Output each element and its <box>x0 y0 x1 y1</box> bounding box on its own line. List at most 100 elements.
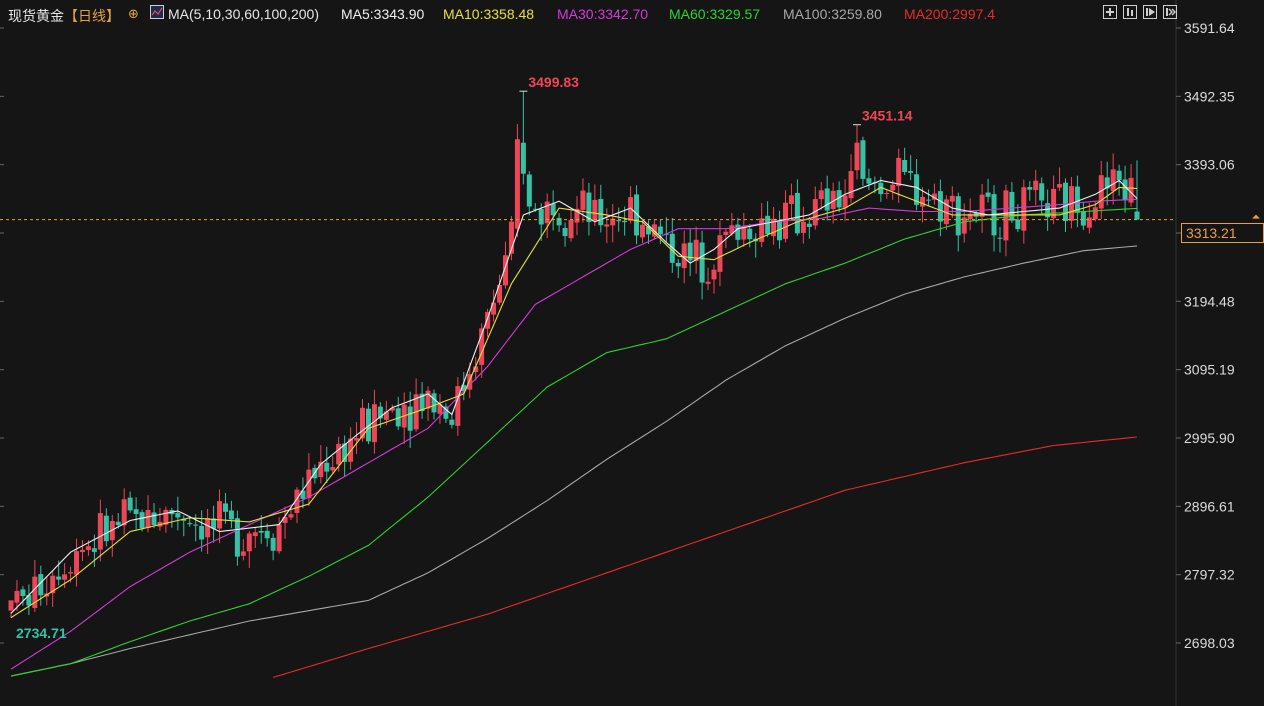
price-axis-label: 3492.35 <box>1184 88 1235 104</box>
ma60-line <box>10 207 1138 677</box>
price-axis-label: 2995.90 <box>1184 430 1235 446</box>
candle-body <box>908 171 914 173</box>
high-annotation: 3499.83 <box>528 74 579 90</box>
candle-body <box>354 438 360 441</box>
candle-body <box>199 526 205 540</box>
candle-body <box>222 503 228 512</box>
price-axis-label: 2698.03 <box>1184 635 1235 651</box>
candle-body <box>925 199 931 201</box>
candle-body <box>598 198 604 226</box>
ma100-line <box>10 245 1138 677</box>
candle-body <box>562 227 568 237</box>
candle-body <box>985 192 991 197</box>
chart-play-icon[interactable] <box>1143 5 1157 19</box>
candle-body <box>592 199 598 221</box>
candle-body <box>723 231 729 236</box>
candle-body <box>520 142 526 174</box>
candle-body <box>97 513 103 550</box>
candle-body <box>14 590 20 603</box>
candle-body <box>56 576 62 580</box>
ma-indicator-icon[interactable] <box>150 5 164 19</box>
candle-body <box>288 514 294 518</box>
candle-body <box>890 184 896 191</box>
candle-body <box>336 443 342 465</box>
candle-body <box>640 224 646 238</box>
candle-body <box>997 237 1003 239</box>
candle-body <box>937 191 943 222</box>
candle-body <box>580 190 586 210</box>
candle-body <box>1086 217 1092 228</box>
price-axis-label: 3393.06 <box>1184 157 1235 173</box>
last-price-marker-icon <box>1252 214 1260 219</box>
candle-body <box>657 226 663 235</box>
candle-body <box>1063 182 1069 222</box>
candle-body <box>270 537 276 551</box>
candle-body <box>526 174 532 207</box>
candle-body <box>705 281 711 284</box>
candle-body <box>127 497 133 511</box>
candle-body <box>842 195 848 208</box>
candle-body <box>240 551 246 556</box>
candle-body <box>407 406 413 431</box>
candle-body <box>514 139 520 229</box>
candle-body <box>616 220 622 222</box>
candle-body <box>1092 207 1098 220</box>
candle-body <box>139 512 145 529</box>
candle-body <box>1116 170 1122 181</box>
candle-body <box>62 574 68 580</box>
add-icon[interactable]: ⊕ <box>128 6 139 22</box>
candle-body <box>115 521 121 526</box>
candle-body <box>747 228 753 240</box>
candle-body <box>848 171 854 199</box>
candle-body <box>818 190 824 200</box>
candle-body <box>264 530 270 539</box>
candle-body <box>74 551 80 575</box>
candle-body <box>1033 180 1039 191</box>
candle-body <box>622 220 628 223</box>
candle-body <box>568 219 574 239</box>
candle-body <box>455 386 461 426</box>
zoom-in-icon[interactable] <box>1103 5 1117 19</box>
price-axis-label: 3095.19 <box>1184 362 1235 378</box>
candle-body <box>1122 179 1128 201</box>
candle-body <box>205 517 211 538</box>
last-price-tag: 3313.21 <box>1181 223 1264 243</box>
candle-body <box>949 195 955 202</box>
ma10-value: MA10:3358.48 <box>443 6 535 22</box>
price-axis-label: 2896.61 <box>1184 498 1235 514</box>
candle-body <box>854 142 860 171</box>
candle-body <box>1027 187 1033 190</box>
high-annotation: 3451.14 <box>862 108 913 124</box>
chart-settings-icon[interactable] <box>1163 5 1177 19</box>
candle-body <box>711 269 717 280</box>
symbol-name[interactable]: 现货黄金 <box>8 6 64 26</box>
ma5-value: MA5:3343.90 <box>341 6 425 22</box>
candle-body <box>860 140 866 179</box>
candle-body <box>175 512 181 518</box>
period-label[interactable]: 【日线】 <box>64 6 120 26</box>
candle-body <box>449 419 455 425</box>
indicator-header: 现货黄金 【日线】 ⊕ MA(5,10,30,60,100,200) MA5:3… <box>0 0 1264 28</box>
candle-body <box>187 523 193 525</box>
candle-body <box>884 193 890 195</box>
candle-body <box>133 509 139 514</box>
candle-body <box>228 510 234 520</box>
candle-body <box>788 195 794 204</box>
candle-body <box>121 499 127 526</box>
candle-body <box>193 524 199 526</box>
candle-body <box>1015 219 1021 230</box>
candle-body <box>1039 183 1045 201</box>
candle-body <box>550 203 556 216</box>
candle-body <box>538 208 544 225</box>
indicator-icon[interactable] <box>1123 5 1137 19</box>
ma200-line <box>272 436 1138 678</box>
candle-body <box>717 235 723 272</box>
candle-body <box>741 226 747 240</box>
candle-body <box>675 262 681 267</box>
low-annotation: 2734.71 <box>16 625 67 641</box>
ma30-line <box>10 198 1138 670</box>
candle-body <box>8 600 14 611</box>
candle-body <box>604 224 610 227</box>
candlestick-chart[interactable]: 3591.643492.353393.063194.483095.192995.… <box>0 0 1264 706</box>
candle-body <box>794 192 800 234</box>
